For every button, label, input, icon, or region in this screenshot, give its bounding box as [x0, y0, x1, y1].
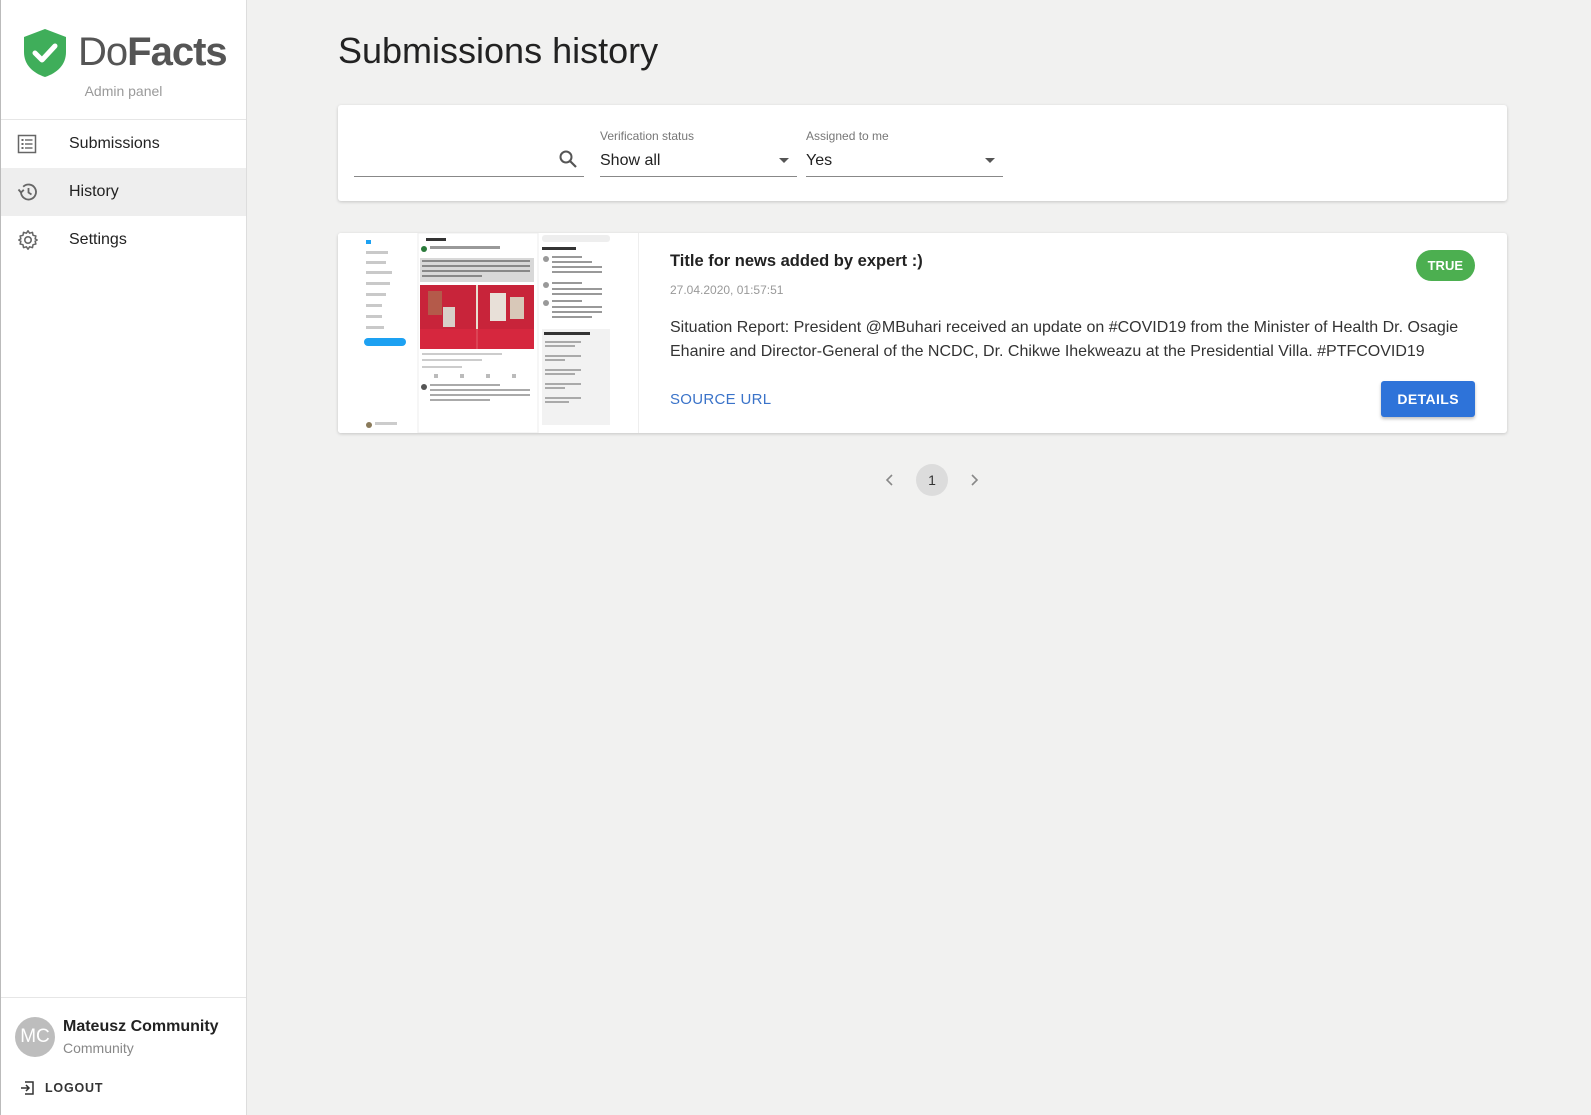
chevron-down-icon: [779, 158, 789, 163]
submission-text: Situation Report: President @MBuhari rec…: [670, 319, 1459, 360]
page-title: Submissions history: [338, 30, 659, 71]
user-role: Community: [63, 1040, 134, 1056]
brand: DoFacts Admin panel: [1, 0, 246, 120]
verification-status-select[interactable]: Verification status Show all: [600, 125, 797, 177]
chevron-right-icon[interactable]: [962, 464, 986, 496]
search-field: [354, 143, 584, 177]
page-number-current[interactable]: 1: [916, 464, 948, 496]
user-name: Mateusz Community: [63, 1018, 219, 1035]
chevron-down-icon: [985, 158, 995, 163]
submission-card: Title for news added by expert :) 27.04.…: [338, 233, 1507, 433]
logo-text: DoFacts: [78, 30, 228, 74]
logout-label: LOGOUT: [45, 1081, 104, 1095]
list-icon: [1, 134, 69, 154]
source-url-link[interactable]: SOURCE URL: [670, 391, 771, 408]
history-icon: [1, 181, 69, 203]
sidebar: DoFacts Admin panel Submissions History …: [0, 0, 247, 1115]
verification-status-caption: Verification status: [600, 129, 695, 143]
logout-button[interactable]: LOGOUT: [19, 1080, 103, 1096]
logout-icon: [21, 1081, 34, 1095]
sidebar-nav: Submissions History Settings: [1, 120, 246, 264]
assigned-to-me-select[interactable]: Assigned to me Yes: [806, 125, 1003, 177]
sidebar-item-label: Submissions: [69, 135, 160, 152]
filter-card: Verification status Show all Assigned to…: [338, 105, 1507, 201]
avatar[interactable]: MC: [15, 1017, 55, 1057]
submission-date: 27.04.2020, 01:57:51: [670, 283, 784, 297]
sidebar-item-settings[interactable]: Settings: [1, 216, 246, 264]
chevron-left-icon[interactable]: [878, 464, 902, 496]
user-panel: MC Mateusz Community Community LOGOUT: [1, 997, 246, 1115]
search-input[interactable]: [354, 143, 544, 173]
sidebar-item-history[interactable]: History: [1, 168, 246, 216]
search-icon[interactable]: [558, 149, 578, 174]
assigned-to-me-value: Yes: [806, 152, 833, 169]
brand-subtitle: Admin panel: [84, 83, 163, 99]
gear-icon: [1, 229, 69, 251]
pagination: 1: [878, 464, 986, 496]
verification-status-value: Show all: [600, 152, 661, 169]
shield-check-icon: [24, 29, 66, 77]
submission-title: Title for news added by expert :): [670, 252, 923, 270]
details-button[interactable]: DETAILS: [1381, 381, 1475, 417]
submission-screenshot-thumbnail[interactable]: [338, 233, 639, 433]
assigned-to-me-caption: Assigned to me: [806, 129, 889, 143]
status-badge: TRUE: [1415, 250, 1475, 281]
sidebar-item-submissions[interactable]: Submissions: [1, 120, 246, 168]
sidebar-item-label: Settings: [69, 231, 127, 248]
sidebar-item-label: History: [69, 183, 119, 200]
